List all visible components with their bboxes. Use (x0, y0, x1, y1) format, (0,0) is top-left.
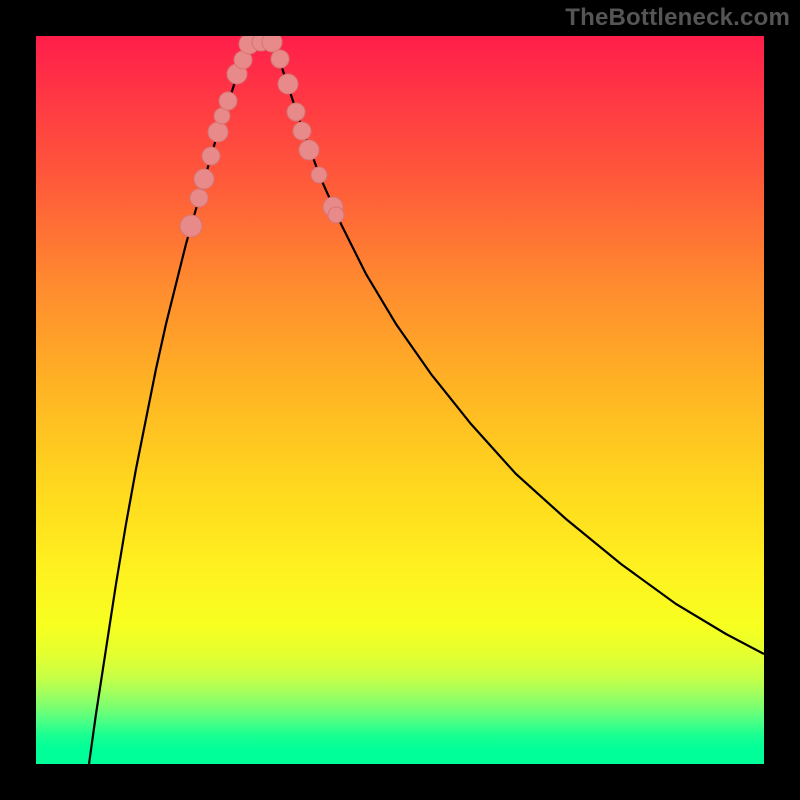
data-marker (219, 92, 237, 110)
data-marker (299, 140, 319, 160)
right-curve-path (271, 36, 764, 654)
data-marker (180, 215, 202, 237)
data-markers-group (180, 36, 344, 237)
left-curve-path (89, 36, 256, 764)
watermark-text: TheBottleneck.com (565, 4, 790, 32)
data-marker (194, 169, 214, 189)
data-marker (328, 207, 344, 223)
data-marker (271, 50, 289, 68)
data-marker (202, 147, 220, 165)
data-marker (190, 189, 208, 207)
chart-plot-area (36, 36, 764, 764)
data-marker (278, 74, 298, 94)
data-marker (311, 167, 327, 183)
data-marker (293, 122, 311, 140)
data-marker (208, 122, 228, 142)
data-marker (287, 103, 305, 121)
chart-svg (36, 36, 764, 764)
